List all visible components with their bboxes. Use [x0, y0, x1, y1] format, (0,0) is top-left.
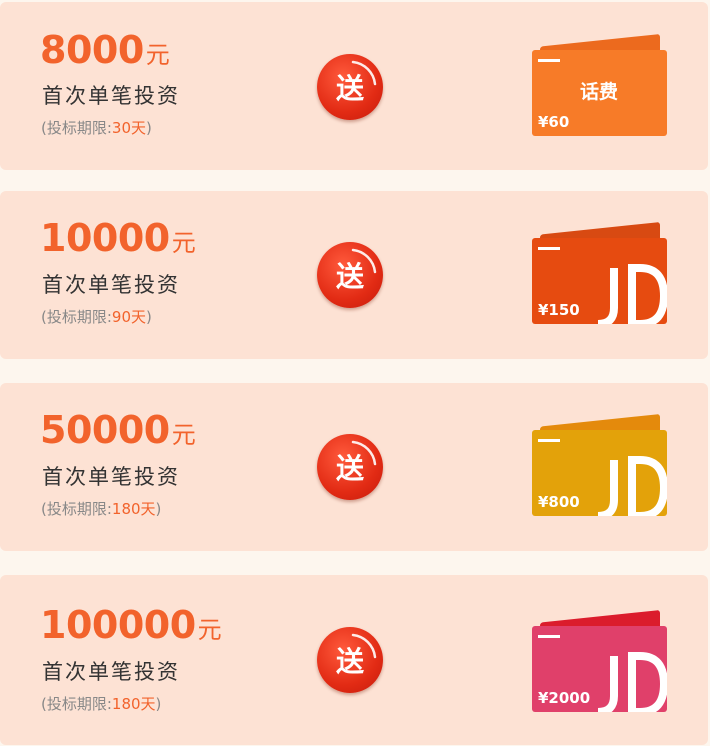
term-value: 180天	[111, 500, 156, 518]
amount-value: 10000	[40, 216, 170, 260]
gift-badge-3: 送	[317, 434, 383, 500]
jd-card-icon: ¥2000	[532, 610, 668, 716]
amount-value: 100000	[40, 603, 196, 647]
term-prefix: (投标期限:	[41, 308, 112, 326]
card-front: ¥800	[532, 430, 667, 516]
term-prefix: (投标期限:	[41, 500, 112, 518]
badge-text: 送	[335, 452, 364, 485]
term-suffix: )	[155, 500, 162, 518]
badge-text: 送	[335, 72, 364, 105]
gift-label: 话费	[580, 81, 619, 103]
term-prefix: (投标期限:	[41, 119, 112, 137]
gift-price: ¥60	[538, 113, 570, 131]
gift-price: ¥150	[538, 301, 580, 319]
offer-description-2: 首次单笔投资	[42, 273, 180, 297]
term-suffix: )	[146, 308, 152, 326]
badge-text: 送	[335, 645, 364, 678]
offer-term-1: (投标期限:30天)	[41, 117, 152, 138]
amount-unit: 元	[197, 616, 222, 644]
card-front: ¥2000	[532, 626, 667, 712]
gift-badge-2: 送	[317, 242, 383, 308]
offer-amount-1: 8000元	[40, 28, 170, 72]
gift-badge-4: 送	[317, 627, 383, 693]
phone-credit-card-icon: 话费 ¥60	[532, 34, 668, 140]
term-suffix: )	[155, 695, 162, 713]
offer-amount-3: 50000元	[40, 408, 196, 452]
offer-term-3: (投标期限:180天)	[41, 498, 161, 519]
amount-unit: 元	[171, 421, 196, 449]
card-stripe	[538, 59, 560, 62]
offer-term-2: (投标期限:90天)	[41, 306, 152, 327]
term-value: 30天	[111, 119, 146, 137]
card-front: 话费 ¥60	[532, 50, 667, 136]
gift-price: ¥2000	[538, 689, 591, 707]
amount-value: 50000	[40, 408, 170, 452]
amount-value: 8000	[40, 28, 144, 72]
offer-description-4: 首次单笔投资	[42, 660, 180, 684]
badge-text: 送	[335, 260, 364, 293]
gift-badge-1: 送	[317, 54, 383, 120]
jd-card-icon: ¥150	[532, 222, 668, 328]
card-front: ¥150	[532, 238, 667, 324]
offer-amount-4: 100000元	[40, 603, 222, 647]
amount-unit: 元	[145, 41, 170, 69]
term-suffix: )	[146, 119, 152, 137]
jd-card-icon: ¥800	[532, 414, 668, 520]
amount-unit: 元	[171, 229, 196, 257]
offer-term-4: (投标期限:180天)	[41, 693, 161, 714]
offer-description-3: 首次单笔投资	[42, 465, 180, 489]
term-value: 90天	[111, 308, 146, 326]
term-value: 180天	[111, 695, 156, 713]
offer-amount-2: 10000元	[40, 216, 196, 260]
offer-description-1: 首次单笔投资	[42, 84, 180, 108]
gift-price: ¥800	[538, 493, 580, 511]
term-prefix: (投标期限:	[41, 695, 112, 713]
